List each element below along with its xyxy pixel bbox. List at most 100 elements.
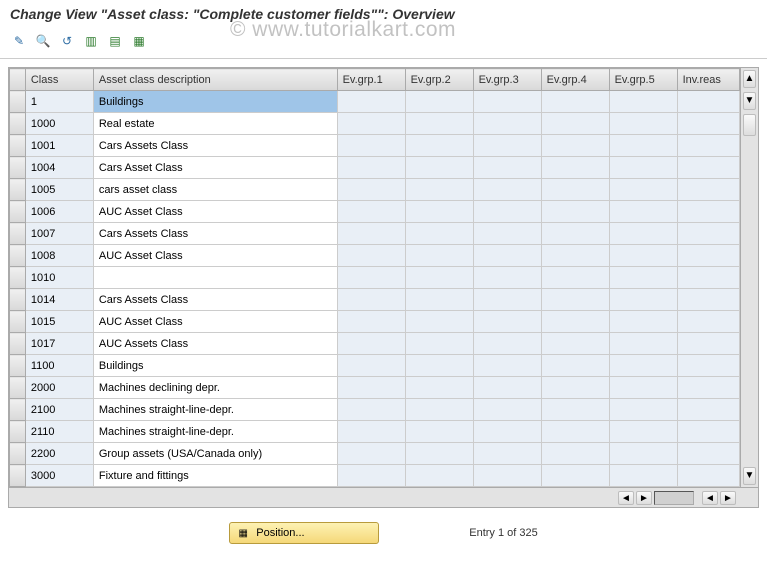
cell-desc[interactable]: AUC Asset Class — [93, 245, 337, 267]
cell-ev3[interactable] — [473, 377, 541, 399]
cell-ev4[interactable] — [541, 267, 609, 289]
cell-desc[interactable]: Cars Asset Class — [93, 157, 337, 179]
cell-desc[interactable]: cars asset class — [93, 179, 337, 201]
table-row[interactable]: 1001Cars Assets Class — [10, 135, 740, 157]
col-desc[interactable]: Asset class description — [93, 69, 337, 91]
row-selector[interactable] — [10, 289, 26, 311]
cell-inv[interactable] — [677, 267, 739, 289]
cell-ev1[interactable] — [337, 443, 405, 465]
cell-ev5[interactable] — [609, 157, 677, 179]
cell-ev5[interactable] — [609, 223, 677, 245]
scroll-down-icon[interactable]: ▼ — [743, 467, 756, 485]
row-selector[interactable] — [10, 157, 26, 179]
cell-ev2[interactable] — [405, 443, 473, 465]
cell-ev2[interactable] — [405, 421, 473, 443]
hscroll-left-icon[interactable]: ◄ — [618, 491, 634, 505]
cell-ev1[interactable] — [337, 355, 405, 377]
table-row[interactable]: 1015AUC Asset Class — [10, 311, 740, 333]
table-row[interactable]: 1100Buildings — [10, 355, 740, 377]
cell-desc[interactable]: Machines declining depr. — [93, 377, 337, 399]
cell-ev5[interactable] — [609, 91, 677, 113]
table-row[interactable]: 1004Cars Asset Class — [10, 157, 740, 179]
cell-ev2[interactable] — [405, 465, 473, 487]
col-ev2[interactable]: Ev.grp.2 — [405, 69, 473, 91]
cell-class[interactable]: 2100 — [25, 399, 93, 421]
toolbar-btn-1[interactable]: ✎ — [10, 32, 28, 50]
cell-ev3[interactable] — [473, 443, 541, 465]
cell-ev4[interactable] — [541, 465, 609, 487]
table-row[interactable]: 1017AUC Assets Class — [10, 333, 740, 355]
cell-ev5[interactable] — [609, 377, 677, 399]
cell-inv[interactable] — [677, 245, 739, 267]
hscroll-left2-icon[interactable]: ◄ — [702, 491, 718, 505]
hscroll-right2-icon[interactable]: ► — [720, 491, 736, 505]
cell-ev2[interactable] — [405, 135, 473, 157]
cell-desc[interactable]: Cars Assets Class — [93, 135, 337, 157]
cell-inv[interactable] — [677, 201, 739, 223]
table-row[interactable]: 3000Fixture and fittings — [10, 465, 740, 487]
cell-inv[interactable] — [677, 223, 739, 245]
cell-ev4[interactable] — [541, 355, 609, 377]
cell-inv[interactable] — [677, 443, 739, 465]
cell-ev5[interactable] — [609, 333, 677, 355]
cell-ev2[interactable] — [405, 245, 473, 267]
cell-class[interactable]: 1100 — [25, 355, 93, 377]
table-row[interactable]: 1000Real estate — [10, 113, 740, 135]
row-selector[interactable] — [10, 465, 26, 487]
row-selector[interactable] — [10, 267, 26, 289]
cell-ev4[interactable] — [541, 333, 609, 355]
cell-ev1[interactable] — [337, 333, 405, 355]
cell-ev2[interactable] — [405, 157, 473, 179]
cell-ev2[interactable] — [405, 311, 473, 333]
cell-desc[interactable]: AUC Asset Class — [93, 311, 337, 333]
toolbar-btn-6[interactable]: ▦ — [130, 32, 148, 50]
cell-ev5[interactable] — [609, 443, 677, 465]
cell-desc[interactable]: Group assets (USA/Canada only) — [93, 443, 337, 465]
cell-class[interactable]: 1000 — [25, 113, 93, 135]
cell-ev5[interactable] — [609, 179, 677, 201]
table-row[interactable]: 1006AUC Asset Class — [10, 201, 740, 223]
cell-ev2[interactable] — [405, 91, 473, 113]
cell-ev4[interactable] — [541, 113, 609, 135]
cell-desc[interactable]: Real estate — [93, 113, 337, 135]
cell-ev2[interactable] — [405, 223, 473, 245]
scroll-thumb[interactable] — [743, 114, 756, 136]
cell-ev1[interactable] — [337, 91, 405, 113]
toolbar-btn-5[interactable]: ▤ — [106, 32, 124, 50]
cell-class[interactable]: 2000 — [25, 377, 93, 399]
table-row[interactable]: 1007Cars Assets Class — [10, 223, 740, 245]
cell-ev2[interactable] — [405, 399, 473, 421]
cell-ev5[interactable] — [609, 267, 677, 289]
cell-desc[interactable] — [93, 267, 337, 289]
cell-ev4[interactable] — [541, 201, 609, 223]
toolbar-btn-3[interactable]: ↺ — [58, 32, 76, 50]
table-row[interactable]: 1005cars asset class — [10, 179, 740, 201]
col-ev4[interactable]: Ev.grp.4 — [541, 69, 609, 91]
cell-ev4[interactable] — [541, 135, 609, 157]
cell-ev3[interactable] — [473, 289, 541, 311]
table-row[interactable]: 2000Machines declining depr. — [10, 377, 740, 399]
cell-class[interactable]: 2200 — [25, 443, 93, 465]
cell-ev3[interactable] — [473, 245, 541, 267]
cell-ev5[interactable] — [609, 311, 677, 333]
cell-ev1[interactable] — [337, 135, 405, 157]
cell-ev3[interactable] — [473, 179, 541, 201]
cell-class[interactable]: 1014 — [25, 289, 93, 311]
cell-inv[interactable] — [677, 135, 739, 157]
cell-inv[interactable] — [677, 377, 739, 399]
cell-ev2[interactable] — [405, 289, 473, 311]
cell-ev5[interactable] — [609, 135, 677, 157]
row-selector[interactable] — [10, 135, 26, 157]
cell-ev2[interactable] — [405, 267, 473, 289]
cell-desc[interactable]: Cars Assets Class — [93, 289, 337, 311]
col-ev3[interactable]: Ev.grp.3 — [473, 69, 541, 91]
table-row[interactable]: 2200Group assets (USA/Canada only) — [10, 443, 740, 465]
table-row[interactable]: 1008AUC Asset Class — [10, 245, 740, 267]
cell-inv[interactable] — [677, 91, 739, 113]
cell-class[interactable]: 1005 — [25, 179, 93, 201]
cell-class[interactable]: 3000 — [25, 465, 93, 487]
cell-desc[interactable]: Machines straight-line-depr. — [93, 399, 337, 421]
row-selector[interactable] — [10, 113, 26, 135]
cell-desc[interactable]: AUC Assets Class — [93, 333, 337, 355]
cell-ev3[interactable] — [473, 421, 541, 443]
